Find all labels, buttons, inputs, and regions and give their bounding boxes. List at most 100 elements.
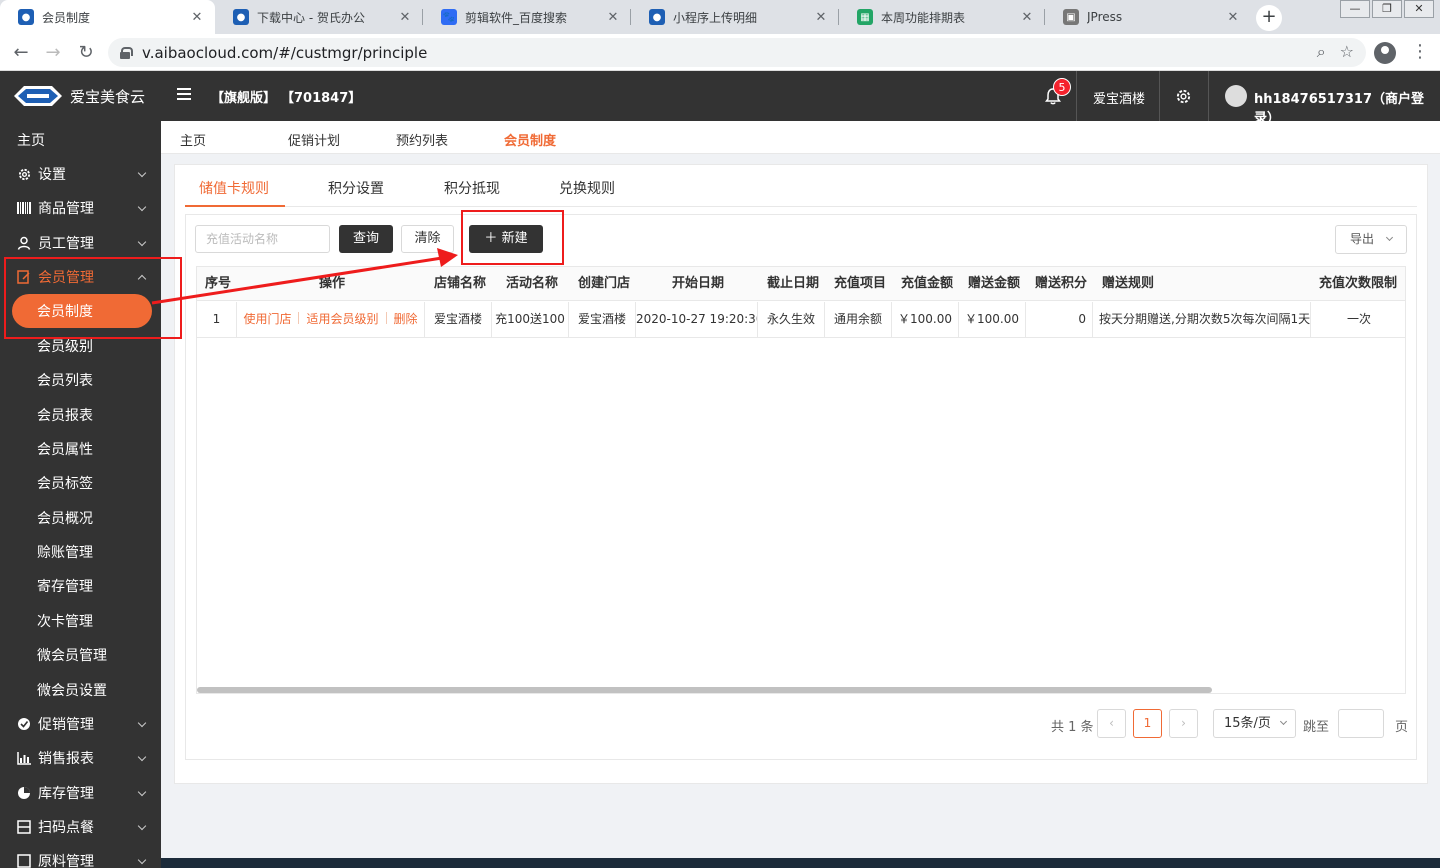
store-switcher[interactable]: 爱宝酒楼 bbox=[1093, 88, 1145, 107]
link-divider bbox=[298, 312, 300, 324]
sidebar-item-scan-order[interactable]: 扫码点餐 bbox=[0, 810, 161, 844]
favicon-icon: ● bbox=[649, 9, 665, 25]
new-tab-button[interactable]: + bbox=[1256, 5, 1282, 31]
pagination-total: 共 1 条 bbox=[1051, 720, 1094, 735]
column-header: 截止日期 bbox=[767, 276, 820, 291]
forward-arrow-icon[interactable]: → bbox=[42, 42, 64, 64]
sidebar-item-materials[interactable]: 原料管理 bbox=[0, 844, 161, 868]
sidebar-item-promotions[interactable]: 促销管理 bbox=[0, 707, 161, 741]
browser-tab[interactable]: 🐾 剪辑软件_百度搜索 ✕ bbox=[423, 0, 631, 34]
header-divider bbox=[1208, 71, 1209, 121]
tab-exchange-rules[interactable]: 兑换规则 bbox=[559, 178, 615, 198]
goto-page-input[interactable] bbox=[1338, 709, 1384, 738]
page-tabs: 主页 促销计划 预约列表 会员制度 bbox=[161, 121, 1440, 154]
browser-tab[interactable]: ● 小程序上传明细 ✕ bbox=[631, 0, 839, 34]
sidebar-subitem-member-attributes[interactable]: 会员属性 bbox=[0, 432, 161, 466]
sidebar-item-settings[interactable]: 设置 bbox=[0, 157, 161, 191]
favicon-icon: ● bbox=[233, 9, 249, 25]
use-stores-link[interactable]: 使用门店 bbox=[243, 312, 291, 326]
horizontal-scrollbar[interactable] bbox=[197, 687, 1212, 693]
image-favicon-icon: ▣ bbox=[1063, 9, 1079, 25]
close-icon[interactable]: ✕ bbox=[1225, 10, 1241, 25]
close-icon[interactable]: ✕ bbox=[189, 10, 205, 25]
window-close-icon[interactable]: ✕ bbox=[1404, 0, 1434, 18]
active-tab-indicator bbox=[185, 205, 285, 207]
page-tab-home[interactable]: 主页 bbox=[180, 130, 206, 149]
browser-tab[interactable]: ▣ JPress ✕ bbox=[1045, 0, 1251, 34]
back-arrow-icon[interactable]: ← bbox=[10, 42, 32, 64]
sidebar-subitem-member-list[interactable]: 会员列表 bbox=[0, 363, 161, 397]
tab-stored-value-rules[interactable]: 储值卡规则 bbox=[199, 178, 269, 198]
page-tab-reservations[interactable]: 预约列表 bbox=[396, 130, 448, 149]
activity-name-search-input[interactable] bbox=[195, 225, 330, 253]
more-menu-icon[interactable]: ⋮ bbox=[1410, 42, 1430, 64]
sidebar-subitem-micro-member[interactable]: 微会员管理 bbox=[0, 638, 161, 672]
tab-points-settings[interactable]: 积分设置 bbox=[328, 178, 384, 198]
lock-icon bbox=[120, 46, 133, 59]
menu-toggle-icon[interactable] bbox=[177, 88, 191, 100]
cell-operations: 使用门店 适用会员级别 删除 bbox=[237, 302, 425, 337]
page-tab-promotion-plan[interactable]: 促销计划 bbox=[288, 130, 340, 149]
sidebar-item-staff[interactable]: 员工管理 bbox=[0, 226, 161, 260]
sidebar-subitem-deposit[interactable]: 寄存管理 bbox=[0, 569, 161, 603]
sidebar-subitem-member-overview[interactable]: 会员概况 bbox=[0, 501, 161, 535]
chevron-left-icon: ‹ bbox=[1109, 716, 1114, 730]
user-avatar[interactable] bbox=[1225, 85, 1247, 107]
member-levels-link[interactable]: 适用会员级别 bbox=[306, 312, 378, 326]
sidebar-subitem-times-card[interactable]: 次卡管理 bbox=[0, 604, 161, 638]
close-icon[interactable]: ✕ bbox=[1019, 10, 1035, 25]
clear-button[interactable]: 清除 bbox=[401, 225, 454, 253]
sidebar-subitem-label: 会员报表 bbox=[37, 408, 93, 424]
minimize-icon[interactable]: — bbox=[1340, 0, 1370, 18]
page-tab-member-system[interactable]: 会员制度 bbox=[504, 130, 556, 149]
settings-gear-icon[interactable] bbox=[1175, 88, 1192, 105]
sidebar-subitem-member-tags[interactable]: 会员标签 bbox=[0, 466, 161, 500]
browser-tab[interactable]: ▦ 本周功能排期表 ✕ bbox=[839, 0, 1045, 34]
sidebar-item-home[interactable]: 主页 bbox=[0, 123, 161, 157]
favicon-icon: ● bbox=[18, 9, 34, 25]
delete-link[interactable]: 删除 bbox=[394, 312, 418, 326]
chart-icon bbox=[17, 751, 31, 765]
sidebar-item-label: 员工管理 bbox=[38, 236, 94, 252]
cell-shop-name: 爱宝酒楼 bbox=[425, 302, 492, 337]
sheet-favicon-icon: ▦ bbox=[857, 9, 873, 25]
prev-page-button[interactable]: ‹ bbox=[1097, 709, 1126, 738]
sidebar-item-inventory[interactable]: 库存管理 bbox=[0, 776, 161, 810]
header-divider bbox=[1076, 71, 1077, 121]
column-header: 充值金额 bbox=[901, 276, 954, 291]
scan-icon bbox=[17, 820, 31, 834]
sidebar-item-sales-report[interactable]: 销售报表 bbox=[0, 741, 161, 775]
browser-tab[interactable]: ● 下载中心 - 贺氏办公 ✕ bbox=[215, 0, 423, 34]
close-icon[interactable]: ✕ bbox=[397, 10, 413, 25]
sidebar-item-products[interactable]: 商品管理 bbox=[0, 191, 161, 225]
column-header: 赠送积分 bbox=[1035, 276, 1088, 291]
reload-icon[interactable]: ↻ bbox=[75, 42, 97, 64]
cell-start-date: 2020-10-27 19:20:30 bbox=[636, 302, 758, 337]
zoom-icon[interactable]: ⌕ bbox=[1317, 42, 1326, 62]
browser-tab-title: 本周功能排期表 bbox=[881, 10, 966, 25]
profile-avatar-icon[interactable] bbox=[1374, 42, 1396, 64]
column-header: 操作 bbox=[319, 276, 346, 291]
sidebar-subitem-credit[interactable]: 赊账管理 bbox=[0, 535, 161, 569]
url-field[interactable]: v.aibaocloud.com/#/custmgr/principle ⌕ ☆ bbox=[108, 38, 1366, 67]
browser-tab[interactable]: ● 会员制度 ✕ bbox=[0, 0, 215, 34]
chevron-down-icon bbox=[137, 752, 147, 762]
chevron-down-icon bbox=[137, 202, 147, 212]
star-icon[interactable]: ☆ bbox=[1340, 42, 1354, 62]
query-button[interactable]: 查询 bbox=[339, 225, 393, 253]
column-header: 赠送金额 bbox=[968, 276, 1021, 291]
chevron-down-icon bbox=[1385, 233, 1394, 242]
sidebar-subitem-micro-member-settings[interactable]: 微会员设置 bbox=[0, 673, 161, 707]
page-number-button[interactable]: 1 bbox=[1133, 709, 1162, 738]
maximize-icon[interactable]: ❐ bbox=[1372, 0, 1402, 18]
sidebar-subitem-member-report[interactable]: 会员报表 bbox=[0, 398, 161, 432]
cell-gift-amount: ￥100.00 bbox=[959, 302, 1026, 337]
url-text: v.aibaocloud.com/#/custmgr/principle bbox=[142, 43, 428, 62]
close-icon[interactable]: ✕ bbox=[813, 10, 829, 25]
cell-index: 1 bbox=[197, 302, 237, 337]
close-icon[interactable]: ✕ bbox=[605, 10, 621, 25]
tab-points-cash[interactable]: 积分抵现 bbox=[444, 178, 500, 198]
page-size-select[interactable]: 15条/页 bbox=[1213, 709, 1296, 738]
next-page-button[interactable]: › bbox=[1169, 709, 1198, 738]
export-button[interactable]: 导出 bbox=[1335, 225, 1407, 254]
